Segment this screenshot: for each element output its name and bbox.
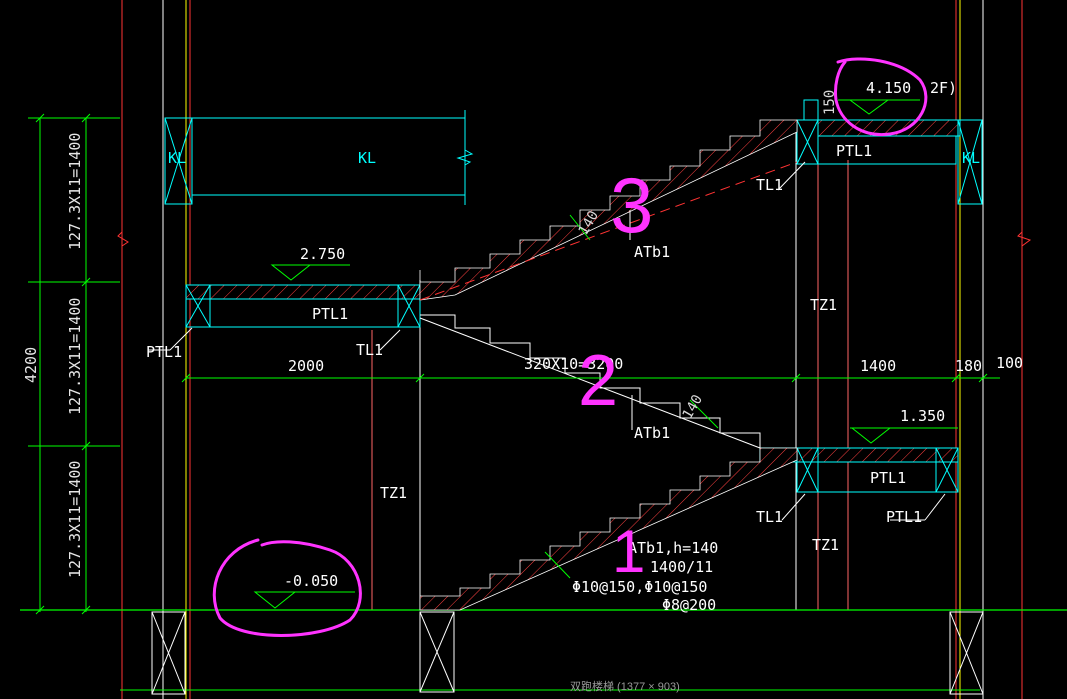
ptl1-tag-right: PTL1 [886, 508, 922, 526]
elevation-4150: 4.150 [866, 79, 911, 97]
markup-mark-1: 1 [612, 518, 645, 585]
elevation-mark-2750 [270, 264, 350, 281]
kl-beam-label: KL [358, 149, 376, 167]
rebar-dist: Φ8@200 [662, 596, 716, 614]
landing-mid-left [185, 284, 422, 328]
elevation-mark-1350 [850, 427, 958, 444]
tl1-top-label: TL1 [756, 176, 783, 194]
flight-middle-label: ATb1 [634, 424, 670, 442]
dim-riser-top: 127.3X11=1400 [66, 133, 84, 250]
elevation-2750: 2.750 [300, 245, 345, 263]
tl1-mid-label: TL1 [356, 341, 383, 359]
tz1-left-label: TZ1 [380, 484, 407, 502]
ptl1-top-label: PTL1 [836, 142, 872, 160]
ptl1-tag-left: PTL1 [146, 343, 182, 361]
dim-landing-right: 1400 [860, 357, 896, 375]
dim-riser-bottom: 127.3X11=1400 [66, 461, 84, 578]
foundation-blocks [151, 611, 984, 695]
tl1-bottom-label: TL1 [756, 508, 783, 526]
ptl1-mid-right-label: PTL1 [870, 469, 906, 487]
markup-mark-2: 2 [578, 341, 618, 421]
elevation-mark-ground [253, 591, 355, 609]
dim-landing-left: 2000 [288, 357, 324, 375]
dim-total-height: 4200 [22, 347, 40, 383]
dim-wall: 180 [955, 357, 982, 375]
kl-beam [164, 110, 474, 205]
elevation-mark-4150 [838, 99, 920, 115]
elevation-1350: 1.350 [900, 407, 945, 425]
markup-mark-3: 3 [610, 161, 653, 249]
kl-left-label: KL [168, 149, 186, 167]
stair-section-drawing: KL KL PTL1 2.750 PTL1 TL1 PTL1 KL 4.150 … [20, 0, 1067, 699]
dim-edge: 100 [996, 354, 1023, 372]
flight-lower-steps: 1400/11 [650, 558, 713, 576]
elevation-ground: -0.050 [284, 572, 338, 590]
ptl1-mid-left-label: PTL1 [312, 305, 348, 323]
tz1-right-upper-label: TZ1 [810, 296, 837, 314]
kl-right-label: KL [962, 149, 980, 167]
tz1-right-lower-label: TZ1 [812, 536, 839, 554]
floor-2f-label: 2F) [930, 79, 957, 97]
drawing-caption: 双跑楼梯 (1377 × 903) [570, 679, 680, 693]
dim-riser-mid: 127.3X11=1400 [66, 298, 84, 415]
upper-flight [419, 119, 798, 301]
